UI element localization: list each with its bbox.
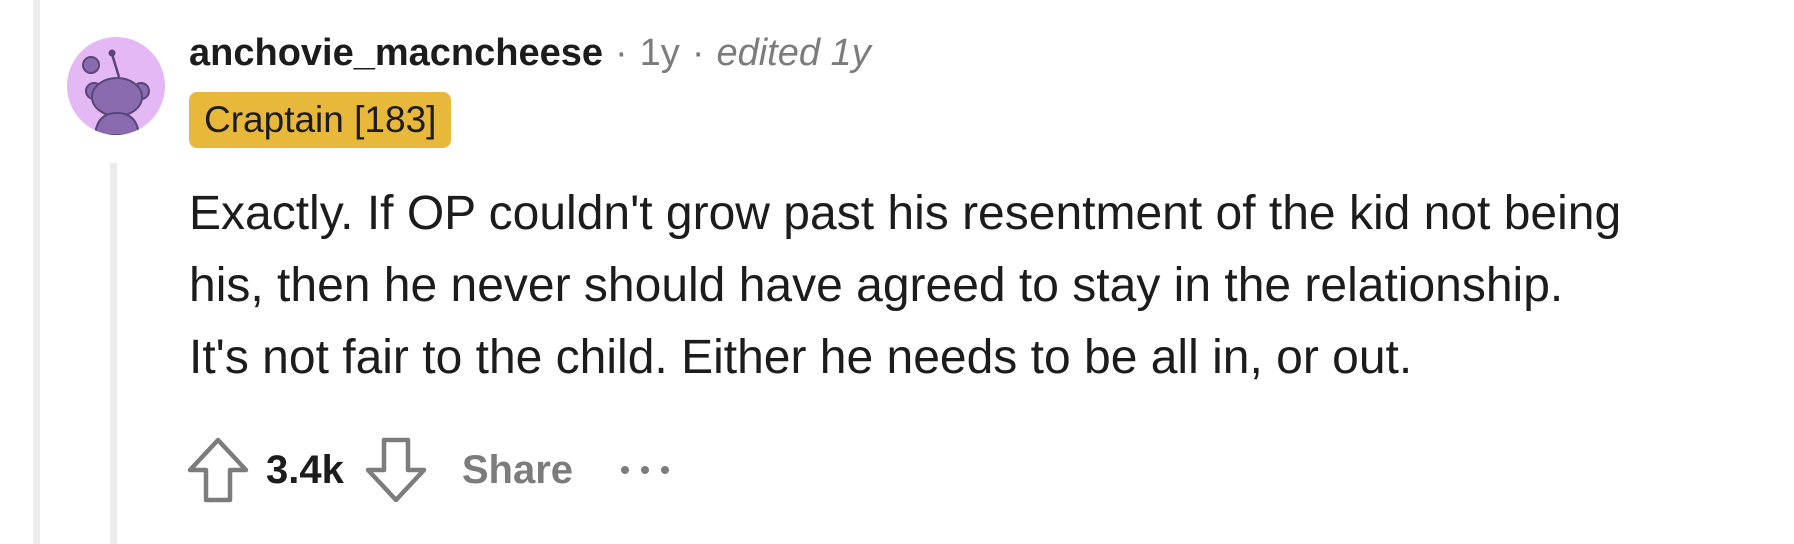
comment-body-line: his, then he never should have agreed to… xyxy=(189,259,1564,312)
meta-separator: · xyxy=(691,31,705,74)
share-button[interactable]: Share xyxy=(462,448,573,493)
more-options-icon xyxy=(641,466,650,474)
downvote-arrow-icon xyxy=(365,437,427,503)
thread-line-outer[interactable] xyxy=(33,0,40,544)
comment-body-line: It's not fair to the child. Either he ne… xyxy=(189,331,1413,384)
downvote-button[interactable] xyxy=(360,434,432,506)
thread-line-collapse[interactable] xyxy=(110,163,117,544)
comment-actions: 3.4k Share xyxy=(182,432,670,508)
comment-header: anchovie_macncheese · 1y · edited 1y xyxy=(189,28,871,78)
comment-body: Exactly. If OP couldn't grow past his re… xyxy=(189,178,1789,394)
meta-separator: · xyxy=(615,31,628,74)
user-avatar[interactable] xyxy=(67,37,165,135)
comment-body-line: Exactly. If OP couldn't grow past his re… xyxy=(189,187,1622,240)
more-options-icon xyxy=(661,466,670,474)
comment-age[interactable]: 1y xyxy=(640,32,680,75)
user-flair: Craptain [183] xyxy=(189,92,452,148)
more-options-button[interactable] xyxy=(621,450,670,490)
edited-label: edited 1y xyxy=(716,31,871,74)
username-link[interactable]: anchovie_macncheese xyxy=(189,32,603,75)
upvote-arrow-icon xyxy=(187,437,249,503)
vote-score: 3.4k xyxy=(266,447,344,492)
more-options-icon xyxy=(621,466,630,474)
upvote-button[interactable] xyxy=(182,434,254,506)
snoo-avatar-icon xyxy=(82,49,150,135)
